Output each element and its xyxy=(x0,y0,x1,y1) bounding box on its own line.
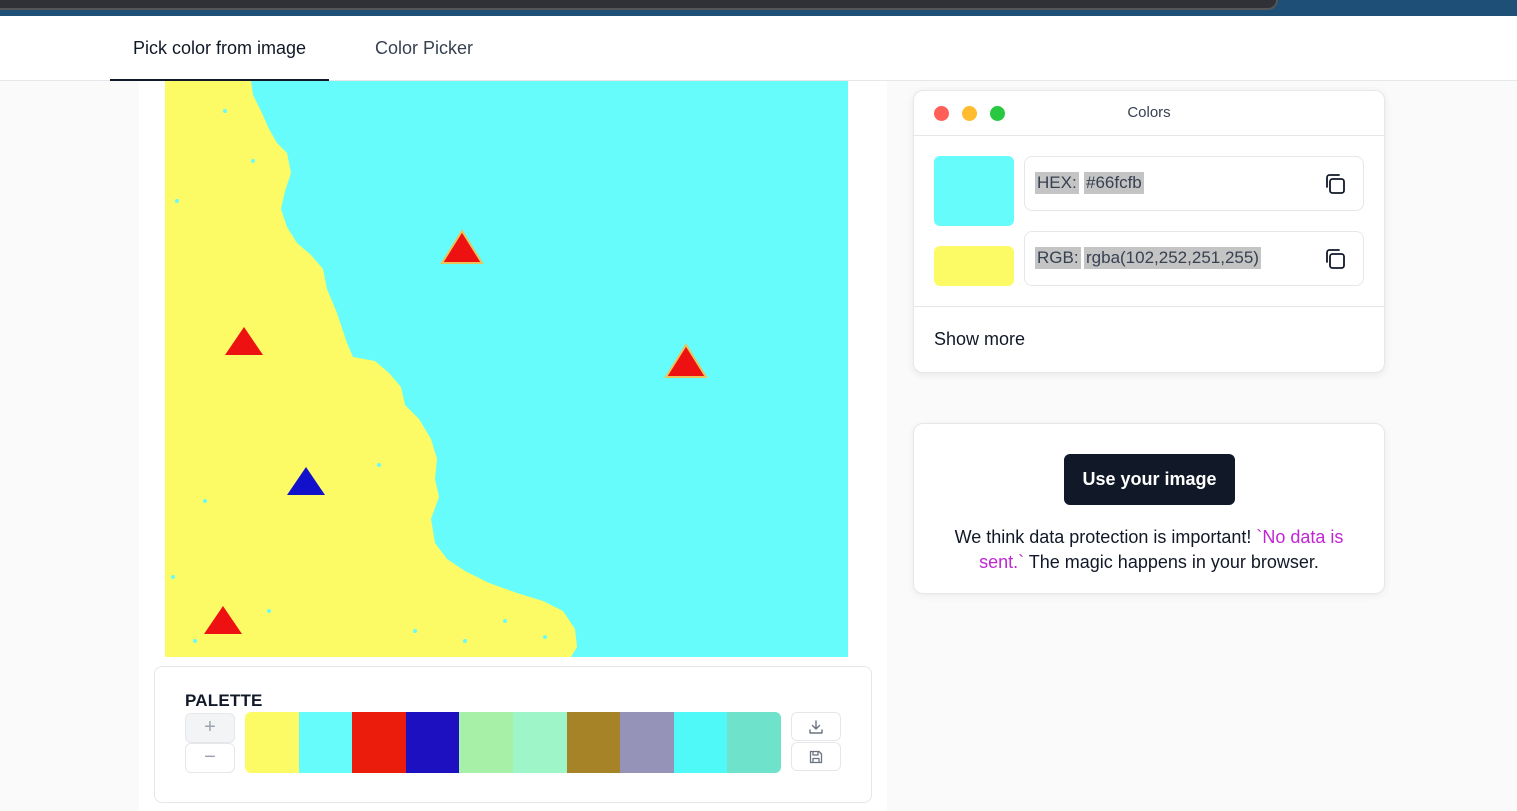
tab-bar: Pick color from image Color Picker xyxy=(0,16,1517,81)
rgb-value-field[interactable]: RGB: rgba(102,252,251,255) xyxy=(1024,231,1364,286)
palette-swatch[interactable] xyxy=(298,712,353,773)
map-image[interactable] xyxy=(165,81,848,657)
use-your-image-button[interactable]: Use your image xyxy=(1064,454,1235,505)
hex-value[interactable]: #66fcfb xyxy=(1084,172,1144,194)
browser-tab-strip xyxy=(0,0,1278,10)
divider xyxy=(914,306,1384,307)
tab-color-picker[interactable]: Color Picker xyxy=(356,16,492,80)
rgb-label: RGB: xyxy=(1035,247,1081,269)
colors-card: Colors HEX: #66fcfb RGB: rgba(102,252,25… xyxy=(913,90,1385,373)
remove-color-button[interactable]: − xyxy=(185,743,235,773)
privacy-text-end: The magic happens in your browser. xyxy=(1024,552,1319,572)
palette-swatch[interactable] xyxy=(459,712,513,773)
privacy-notice: We think data protection is important! `… xyxy=(934,525,1364,575)
palette-swatches xyxy=(245,712,781,773)
image-panel: PALETTE + − xyxy=(139,81,887,811)
colors-title: Colors xyxy=(1127,104,1171,121)
hex-label: HEX: xyxy=(1035,172,1079,194)
palette-swatch[interactable] xyxy=(352,712,406,773)
palette-title: PALETTE xyxy=(185,691,263,710)
palette-swatch[interactable] xyxy=(727,712,781,773)
save-palette-button[interactable] xyxy=(791,742,841,771)
copy-icon[interactable] xyxy=(1323,172,1347,196)
source-image-canvas[interactable] xyxy=(165,81,848,657)
download-palette-button[interactable] xyxy=(791,712,841,741)
upload-card: Use your image We think data protection … xyxy=(913,423,1385,594)
palette-swatch[interactable] xyxy=(673,712,728,773)
palette-swatch[interactable] xyxy=(620,712,674,773)
tab-pick-color-from-image[interactable]: Pick color from image xyxy=(110,16,329,81)
palette-swatch[interactable] xyxy=(245,712,299,773)
privacy-text-start: We think data protection is important! xyxy=(954,527,1257,547)
add-color-button[interactable]: + xyxy=(185,713,235,743)
save-icon xyxy=(809,750,823,763)
browser-chrome-strip xyxy=(0,0,1517,16)
hex-value-field[interactable]: HEX: #66fcfb xyxy=(1024,156,1364,211)
show-more-link[interactable]: Show more xyxy=(934,329,1025,350)
palette-swatch[interactable] xyxy=(512,712,567,773)
rgb-value[interactable]: rgba(102,252,251,255) xyxy=(1084,247,1261,269)
palette-card: PALETTE + − xyxy=(154,666,872,803)
copy-icon[interactable] xyxy=(1323,247,1347,271)
hover-color-swatch xyxy=(934,246,1014,286)
download-icon xyxy=(809,719,823,734)
divider xyxy=(914,135,1384,136)
palette-swatch[interactable] xyxy=(566,712,621,773)
selected-color-swatch xyxy=(934,156,1014,226)
palette-swatch[interactable] xyxy=(405,712,460,773)
